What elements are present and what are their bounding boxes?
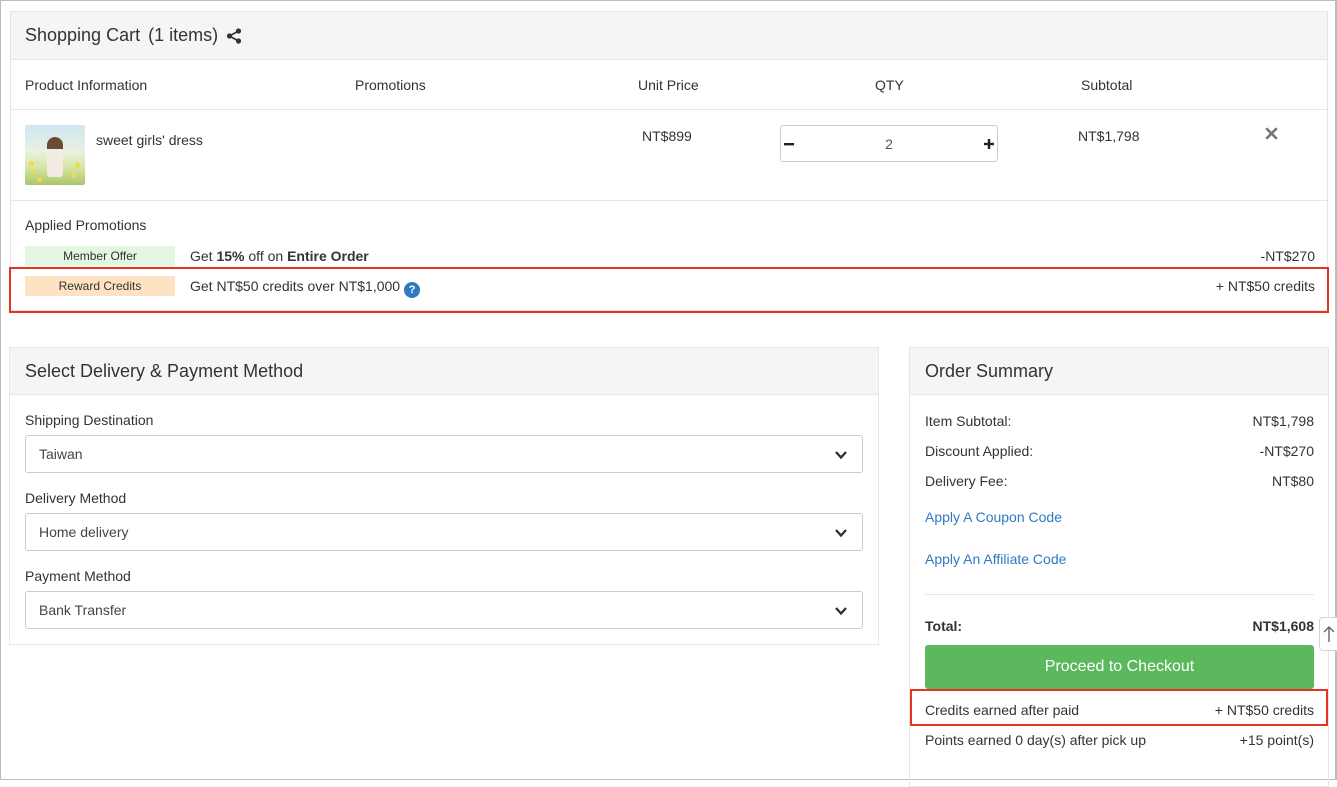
payment-method-label: Payment Method xyxy=(25,568,131,584)
quantity-input[interactable] xyxy=(796,134,982,153)
payment-method-select[interactable]: Bank Transfer xyxy=(25,591,863,629)
item-subtotal: NT$1,798 xyxy=(1078,128,1140,144)
cart-header: Shopping Cart (1 items) xyxy=(11,12,1327,60)
cart-title: Shopping Cart xyxy=(25,25,141,45)
proceed-to-checkout-button[interactable]: Proceed to Checkout xyxy=(925,645,1314,689)
member-offer-value: -NT$270 xyxy=(1260,248,1315,264)
item-subtotal-value: NT$1,798 xyxy=(1252,413,1314,429)
credits-earned-highlight xyxy=(910,689,1328,726)
col-unit-price: Unit Price xyxy=(638,77,699,93)
minus-icon xyxy=(783,142,794,145)
applied-promotions-title: Applied Promotions xyxy=(25,217,147,233)
discount-value: -NT$270 xyxy=(1259,443,1314,459)
delivery-panel-title: Select Delivery & Payment Method xyxy=(10,348,878,395)
summary-discount: Discount Applied: -NT$270 xyxy=(925,443,1314,459)
remove-item-button[interactable] xyxy=(1265,127,1278,143)
promotion-row-member-offer: Member Offer Get 15% off on Entire Order… xyxy=(25,246,1315,268)
shipping-destination-value: Taiwan xyxy=(39,446,83,462)
reward-credits-highlight xyxy=(9,267,1329,313)
col-subtotal: Subtotal xyxy=(1081,77,1133,93)
delivery-method-value: Home delivery xyxy=(39,524,129,540)
cart-item-row: sweet girls' dress NT$899 NT$1,798 xyxy=(11,111,1327,201)
chevron-down-icon xyxy=(835,451,847,460)
apply-coupon-link[interactable]: Apply A Coupon Code xyxy=(925,509,1062,525)
arrow-up-icon xyxy=(1323,626,1334,642)
points-earned-label: Points earned 0 day(s) after pick up xyxy=(925,732,1147,748)
chevron-down-icon xyxy=(835,529,847,538)
shopping-cart-panel: Shopping Cart (1 items) Product Informat… xyxy=(10,11,1328,311)
summary-total: Total: NT$1,608 xyxy=(925,618,1314,634)
cart-column-headers: Product Information Promotions Unit Pric… xyxy=(11,61,1327,110)
plus-icon xyxy=(984,138,995,149)
cart-item-count: (1 items) xyxy=(148,25,219,45)
summary-item-subtotal: Item Subtotal: NT$1,798 xyxy=(925,413,1314,429)
member-offer-description: Get 15% off on Entire Order xyxy=(190,248,369,264)
col-product: Product Information xyxy=(25,77,148,93)
delivery-method-label: Delivery Method xyxy=(25,490,127,506)
share-icon[interactable] xyxy=(226,27,242,44)
scroll-to-top-button[interactable] xyxy=(1319,617,1337,651)
col-qty: QTY xyxy=(875,77,904,93)
close-icon xyxy=(1265,127,1278,140)
product-thumbnail[interactable] xyxy=(25,125,85,185)
payment-method-value: Bank Transfer xyxy=(39,602,127,618)
total-value: NT$1,608 xyxy=(1252,618,1314,634)
shipping-destination-select[interactable]: Taiwan xyxy=(25,435,863,473)
points-earned-value: +15 point(s) xyxy=(1239,732,1314,748)
member-offer-tag: Member Offer xyxy=(25,246,175,266)
chevron-down-icon xyxy=(835,607,847,616)
summary-divider xyxy=(925,594,1314,595)
quantity-stepper xyxy=(780,125,998,162)
discount-label: Discount Applied: xyxy=(925,443,1034,459)
decrease-qty-button[interactable] xyxy=(781,126,797,161)
order-summary-title: Order Summary xyxy=(910,348,1328,395)
item-subtotal-label: Item Subtotal: xyxy=(925,413,1012,429)
summary-delivery-fee: Delivery Fee: NT$80 xyxy=(925,473,1314,489)
delivery-fee-value: NT$80 xyxy=(1271,473,1314,489)
shipping-destination-label: Shipping Destination xyxy=(25,412,154,428)
delivery-fee-label: Delivery Fee: xyxy=(925,473,1008,489)
points-earned-row: Points earned 0 day(s) after pick up +15… xyxy=(925,732,1314,748)
unit-price: NT$899 xyxy=(642,128,692,144)
product-name[interactable]: sweet girls' dress xyxy=(96,132,203,148)
total-label: Total: xyxy=(925,618,963,634)
increase-qty-button[interactable] xyxy=(982,126,998,161)
col-promotions: Promotions xyxy=(355,77,426,93)
apply-affiliate-link[interactable]: Apply An Affiliate Code xyxy=(925,551,1066,567)
delivery-method-select[interactable]: Home delivery xyxy=(25,513,863,551)
delivery-payment-panel: Select Delivery & Payment Method Shippin… xyxy=(9,347,879,645)
